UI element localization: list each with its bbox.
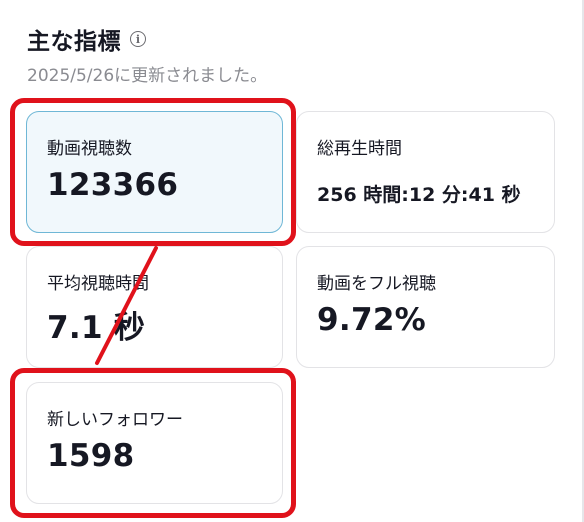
metric-label: 新しいフォロワー (47, 410, 183, 430)
section-title: 主な指標 (27, 29, 121, 55)
metric-card-new-followers[interactable]: 新しいフォロワー 1598 (26, 382, 283, 504)
metric-card-total-watch-time[interactable]: 総再生時間 256 時間:12 分:41 秒 (296, 111, 555, 233)
metric-card-full-watch-rate[interactable]: 動画をフル視聴 9.72% (296, 246, 555, 368)
metric-value: 123366 (47, 167, 179, 203)
metric-label: 総再生時間 (317, 139, 402, 159)
metric-value: 256 時間:12 分:41 秒 (317, 184, 521, 206)
metric-card-average-watch-time[interactable]: 平均視聴時間 7.1 秒 (26, 246, 283, 368)
metric-value: 9.72% (317, 302, 427, 338)
metric-card-video-views[interactable]: 動画視聴数 123366 (26, 111, 283, 233)
info-circle-icon[interactable]: i (130, 31, 146, 47)
metric-value: 7.1 秒 (47, 310, 146, 346)
metric-value: 1598 (47, 438, 135, 474)
section-header: 主な指標 i (27, 22, 146, 56)
updated-timestamp: 2025/5/26に更新されました。 (27, 66, 268, 86)
metric-label: 動画をフル視聴 (317, 274, 436, 294)
metric-label: 動画視聴数 (47, 139, 132, 159)
metric-label: 平均視聴時間 (47, 274, 149, 294)
